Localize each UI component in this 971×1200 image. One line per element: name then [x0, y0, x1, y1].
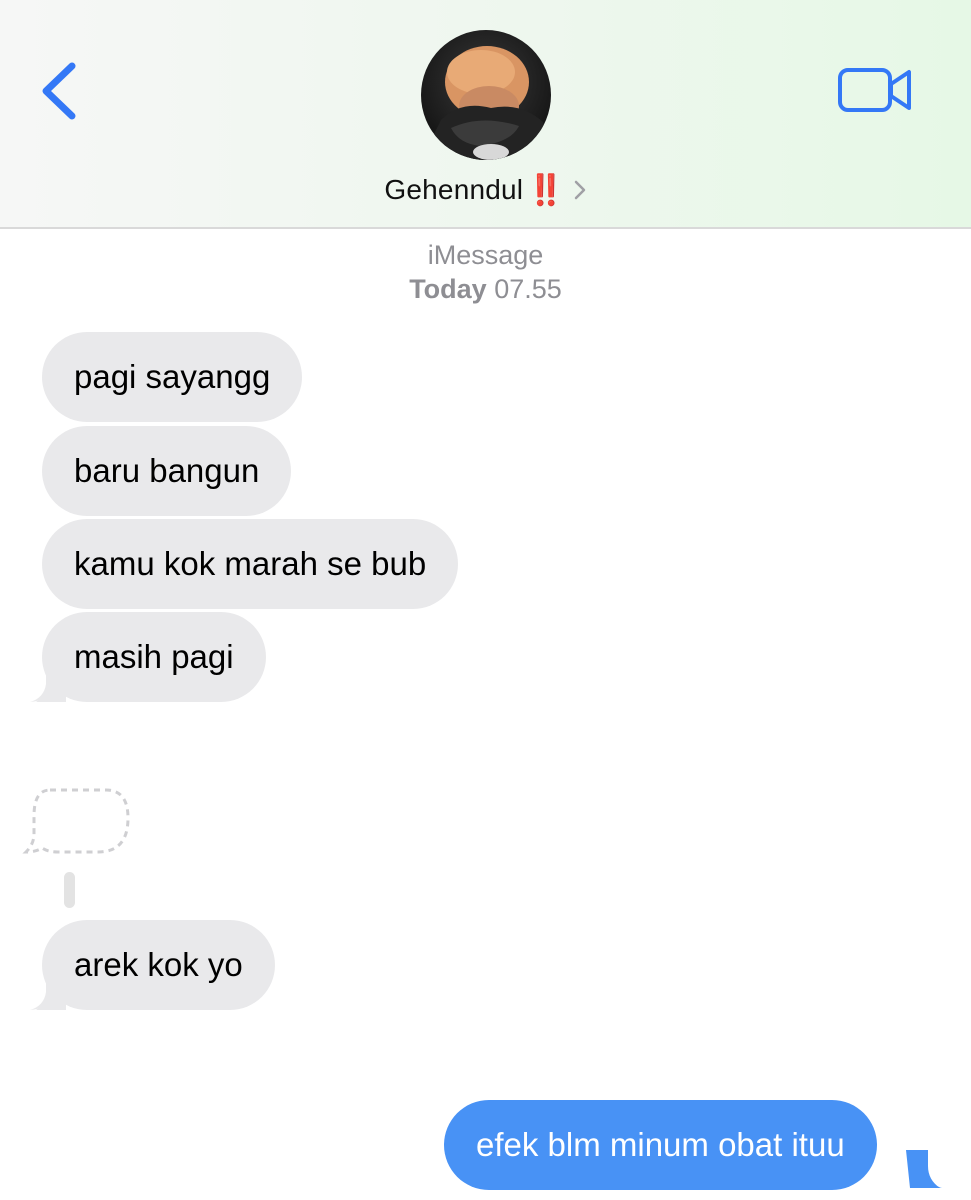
bubble-tail-outgoing [906, 1150, 942, 1188]
facetime-video-button[interactable] [836, 62, 914, 118]
contact-details-link[interactable]: Gehenndul ‼️ [0, 168, 971, 212]
thread-timestamp: Today 07.55 [0, 274, 971, 305]
back-button[interactable] [34, 56, 90, 126]
chevron-left-icon [42, 62, 76, 120]
chevron-right-icon [574, 180, 585, 200]
message-bubble-outgoing[interactable]: efek blm minum obat ituu [444, 1100, 877, 1190]
message-bubble-incoming[interactable]: arek kok yo [42, 920, 275, 1010]
message-bubble-incoming[interactable]: baru bangun [42, 426, 292, 516]
timestamp-day: Today [409, 274, 487, 304]
contact-name: Gehenndul [384, 174, 524, 205]
conversation-header: Gehenndul ‼️ [0, 0, 971, 229]
avatar-photo [421, 30, 551, 160]
unsent-connector [64, 872, 75, 908]
unsent-message-placeholder [22, 788, 130, 854]
message-text: kamu kok marah se bub [74, 545, 427, 582]
message-text: efek blm minum obat ituu [476, 1126, 845, 1163]
service-label: iMessage [427, 240, 544, 270]
bubble-tail-incoming [30, 972, 66, 1010]
message-text: pagi sayangg [74, 358, 271, 395]
bubble-tail-incoming [30, 664, 66, 702]
message-text: arek kok yo [74, 946, 243, 983]
timestamp-time: 07.55 [494, 274, 562, 304]
message-bubble-incoming[interactable]: masih pagi [42, 612, 266, 702]
message-text: masih pagi [74, 638, 234, 675]
message-text: baru bangun [74, 452, 260, 489]
double-exclamation-emoji: ‼️ [527, 173, 564, 207]
message-bubble-incoming[interactable]: pagi sayangg [42, 332, 303, 422]
video-camera-icon [838, 68, 911, 112]
contact-avatar[interactable] [421, 30, 551, 160]
message-bubble-incoming[interactable]: kamu kok marah se bub [42, 519, 459, 609]
